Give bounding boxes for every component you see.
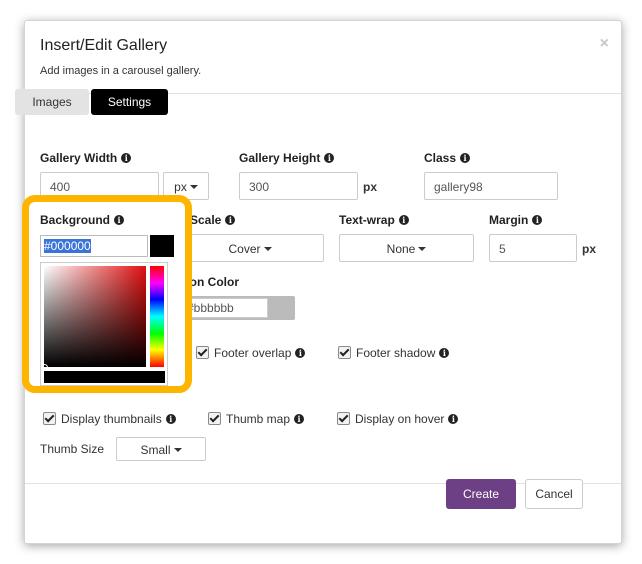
- info-icon[interactable]: i: [398, 215, 409, 225]
- info-icon[interactable]: i: [294, 414, 305, 424]
- thumb-size-label: Thumb Size: [40, 442, 105, 456]
- footer-overlap-checkbox[interactable]: Footer overlap i: [196, 346, 306, 360]
- footer-shadow-checkbox[interactable]: Footer shadow i: [338, 346, 450, 360]
- info-icon[interactable]: i: [460, 153, 471, 163]
- hue-slider[interactable]: [150, 266, 164, 367]
- background-label: Background i: [40, 213, 125, 227]
- thumb-size-value: Small: [140, 443, 171, 457]
- close-icon[interactable]: ×: [600, 35, 609, 53]
- text-wrap-value: None: [386, 242, 416, 256]
- info-icon[interactable]: i: [448, 414, 459, 424]
- scale-value: Cover: [228, 242, 261, 256]
- color-picker-handle[interactable]: [41, 364, 48, 371]
- scale-dropdown[interactable]: Cover: [176, 234, 324, 262]
- checkbox-checked-icon[interactable]: [338, 346, 351, 359]
- info-icon[interactable]: i: [225, 215, 236, 225]
- class-label: Class i: [424, 151, 471, 165]
- create-button[interactable]: Create: [446, 479, 516, 509]
- class-input[interactable]: gallery98: [424, 172, 558, 200]
- info-icon[interactable]: i: [165, 414, 176, 424]
- saturation-value-area[interactable]: [44, 266, 146, 367]
- info-icon[interactable]: i: [439, 348, 450, 358]
- chevron-down-icon: [173, 448, 182, 452]
- scale-label: Scale i: [190, 213, 236, 227]
- checkbox-checked-icon[interactable]: [208, 412, 221, 425]
- gallery-width-input[interactable]: 400: [40, 172, 159, 200]
- height-unit-label: px: [363, 180, 378, 194]
- caption-color-input[interactable]: #bbbbbb: [176, 298, 268, 318]
- thumb-size-dropdown[interactable]: Small: [116, 437, 206, 461]
- alpha-slider[interactable]: [44, 371, 165, 383]
- gallery-height-input[interactable]: 300: [239, 172, 358, 200]
- margin-input[interactable]: 5: [489, 234, 577, 262]
- chevron-down-icon: [189, 185, 198, 189]
- info-icon[interactable]: i: [121, 153, 132, 163]
- width-unit-value: px: [174, 180, 187, 194]
- tab-images[interactable]: Images: [15, 89, 89, 115]
- gallery-width-label: Gallery Width i: [40, 151, 132, 165]
- selected-hex-text: #000000: [44, 239, 91, 253]
- display-thumbnails-checkbox[interactable]: Display thumbnails i: [43, 412, 176, 426]
- width-unit-dropdown[interactable]: px: [163, 172, 209, 200]
- checkbox-checked-icon[interactable]: [337, 412, 350, 425]
- display-on-hover-checkbox[interactable]: Display on hover i: [337, 412, 459, 426]
- thumb-map-checkbox[interactable]: Thumb map i: [208, 412, 305, 426]
- info-icon[interactable]: i: [324, 153, 335, 163]
- info-icon[interactable]: i: [114, 215, 125, 225]
- tab-settings[interactable]: Settings: [91, 89, 168, 115]
- background-color-swatch[interactable]: [150, 235, 174, 257]
- info-icon[interactable]: i: [532, 215, 543, 225]
- dialog-title: Insert/Edit Gallery: [40, 37, 168, 54]
- dialog-header: Insert/Edit Gallery Add images in a caro…: [25, 21, 621, 94]
- dialog-subtitle: Add images in a carousel gallery.: [40, 65, 202, 77]
- text-wrap-dropdown[interactable]: None: [339, 234, 474, 262]
- margin-unit-label: px: [582, 242, 597, 256]
- chevron-down-icon: [263, 247, 272, 251]
- background-color-input[interactable]: #000000: [40, 235, 148, 257]
- chevron-down-icon: [418, 247, 427, 251]
- checkbox-checked-icon[interactable]: [196, 346, 209, 359]
- text-wrap-label: Text-wrap i: [339, 213, 409, 227]
- gallery-height-label: Gallery Height i: [239, 151, 335, 165]
- cancel-button[interactable]: Cancel: [525, 479, 583, 509]
- checkbox-checked-icon[interactable]: [43, 412, 56, 425]
- margin-label: Margin i: [489, 213, 543, 227]
- info-icon[interactable]: i: [295, 348, 306, 358]
- caption-color-field[interactable]: #bbbbbb: [176, 296, 295, 320]
